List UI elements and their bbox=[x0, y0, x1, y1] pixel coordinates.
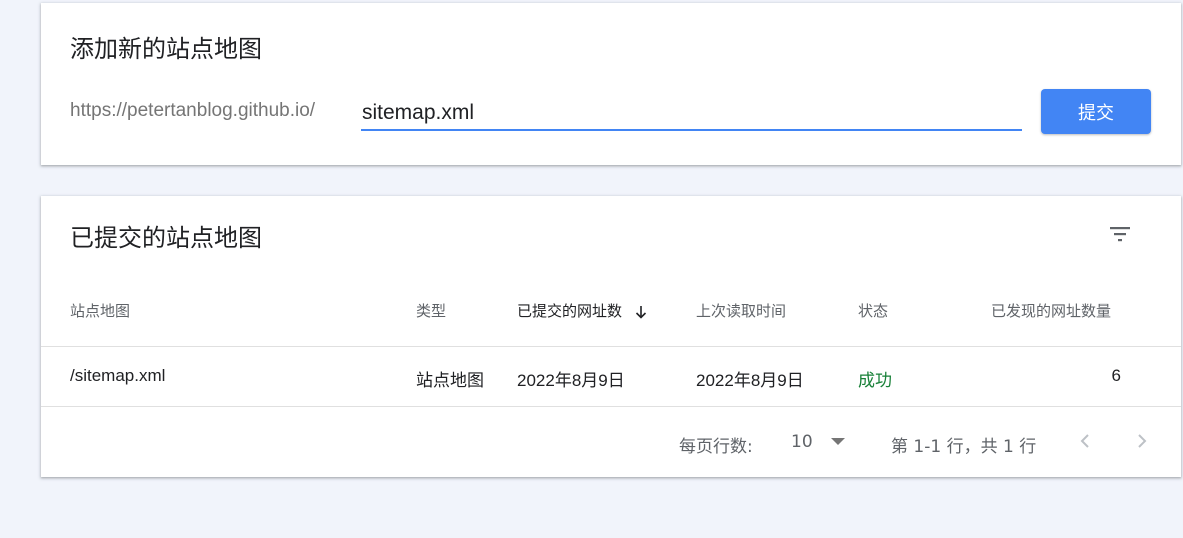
cell-submitted: 2022年8月9日 bbox=[517, 371, 625, 390]
cell-sitemap: /sitemap.xml bbox=[70, 366, 166, 385]
column-header-type[interactable]: 类型 bbox=[416, 300, 446, 321]
rows-per-page-select[interactable]: 10 bbox=[791, 432, 813, 452]
cell-status: 成功 bbox=[858, 371, 892, 391]
column-header-submitted[interactable]: 已提交的网址数 bbox=[517, 300, 647, 321]
column-header-status[interactable]: 状态 bbox=[858, 300, 888, 321]
column-header-sitemap[interactable]: 站点地图 bbox=[70, 300, 130, 321]
cell-type: 站点地图 bbox=[416, 371, 484, 391]
prev-page-icon[interactable] bbox=[1076, 430, 1096, 452]
submit-button[interactable]: 提交 bbox=[1041, 89, 1151, 134]
cell-last-read: 2022年8月9日 bbox=[696, 371, 804, 390]
column-header-discovered[interactable]: 已发现的网址数量 bbox=[991, 300, 1111, 321]
url-prefix: https://petertanblog.github.io/ bbox=[70, 100, 316, 121]
submitted-sitemaps-card: 已提交的站点地图 站点地图 类型 已提交的网址数 上次读取时间 状态 已发现的网… bbox=[41, 196, 1181, 477]
pagination-range: 第 1-1 行，共 1 行 bbox=[891, 437, 1037, 457]
rows-per-page-label: 每页行数: bbox=[679, 437, 753, 457]
arrow-down-icon bbox=[635, 305, 646, 319]
sitemap-url-input[interactable] bbox=[361, 97, 1022, 131]
add-sitemap-card: 添加新的站点地图 https://petertanblog.github.io/… bbox=[41, 3, 1181, 165]
filter-icon[interactable] bbox=[1108, 224, 1132, 244]
cell-discovered: 6 bbox=[1111, 366, 1121, 385]
chevron-down-icon[interactable] bbox=[831, 438, 845, 445]
row-divider bbox=[41, 406, 1181, 407]
column-header-submitted-label: 已提交的网址数 bbox=[517, 302, 623, 320]
next-page-icon[interactable] bbox=[1131, 430, 1151, 452]
column-header-last-read[interactable]: 上次读取时间 bbox=[696, 300, 786, 321]
add-sitemap-title: 添加新的站点地图 bbox=[70, 35, 262, 63]
header-divider bbox=[41, 346, 1181, 347]
submitted-sitemaps-title: 已提交的站点地图 bbox=[70, 224, 262, 252]
